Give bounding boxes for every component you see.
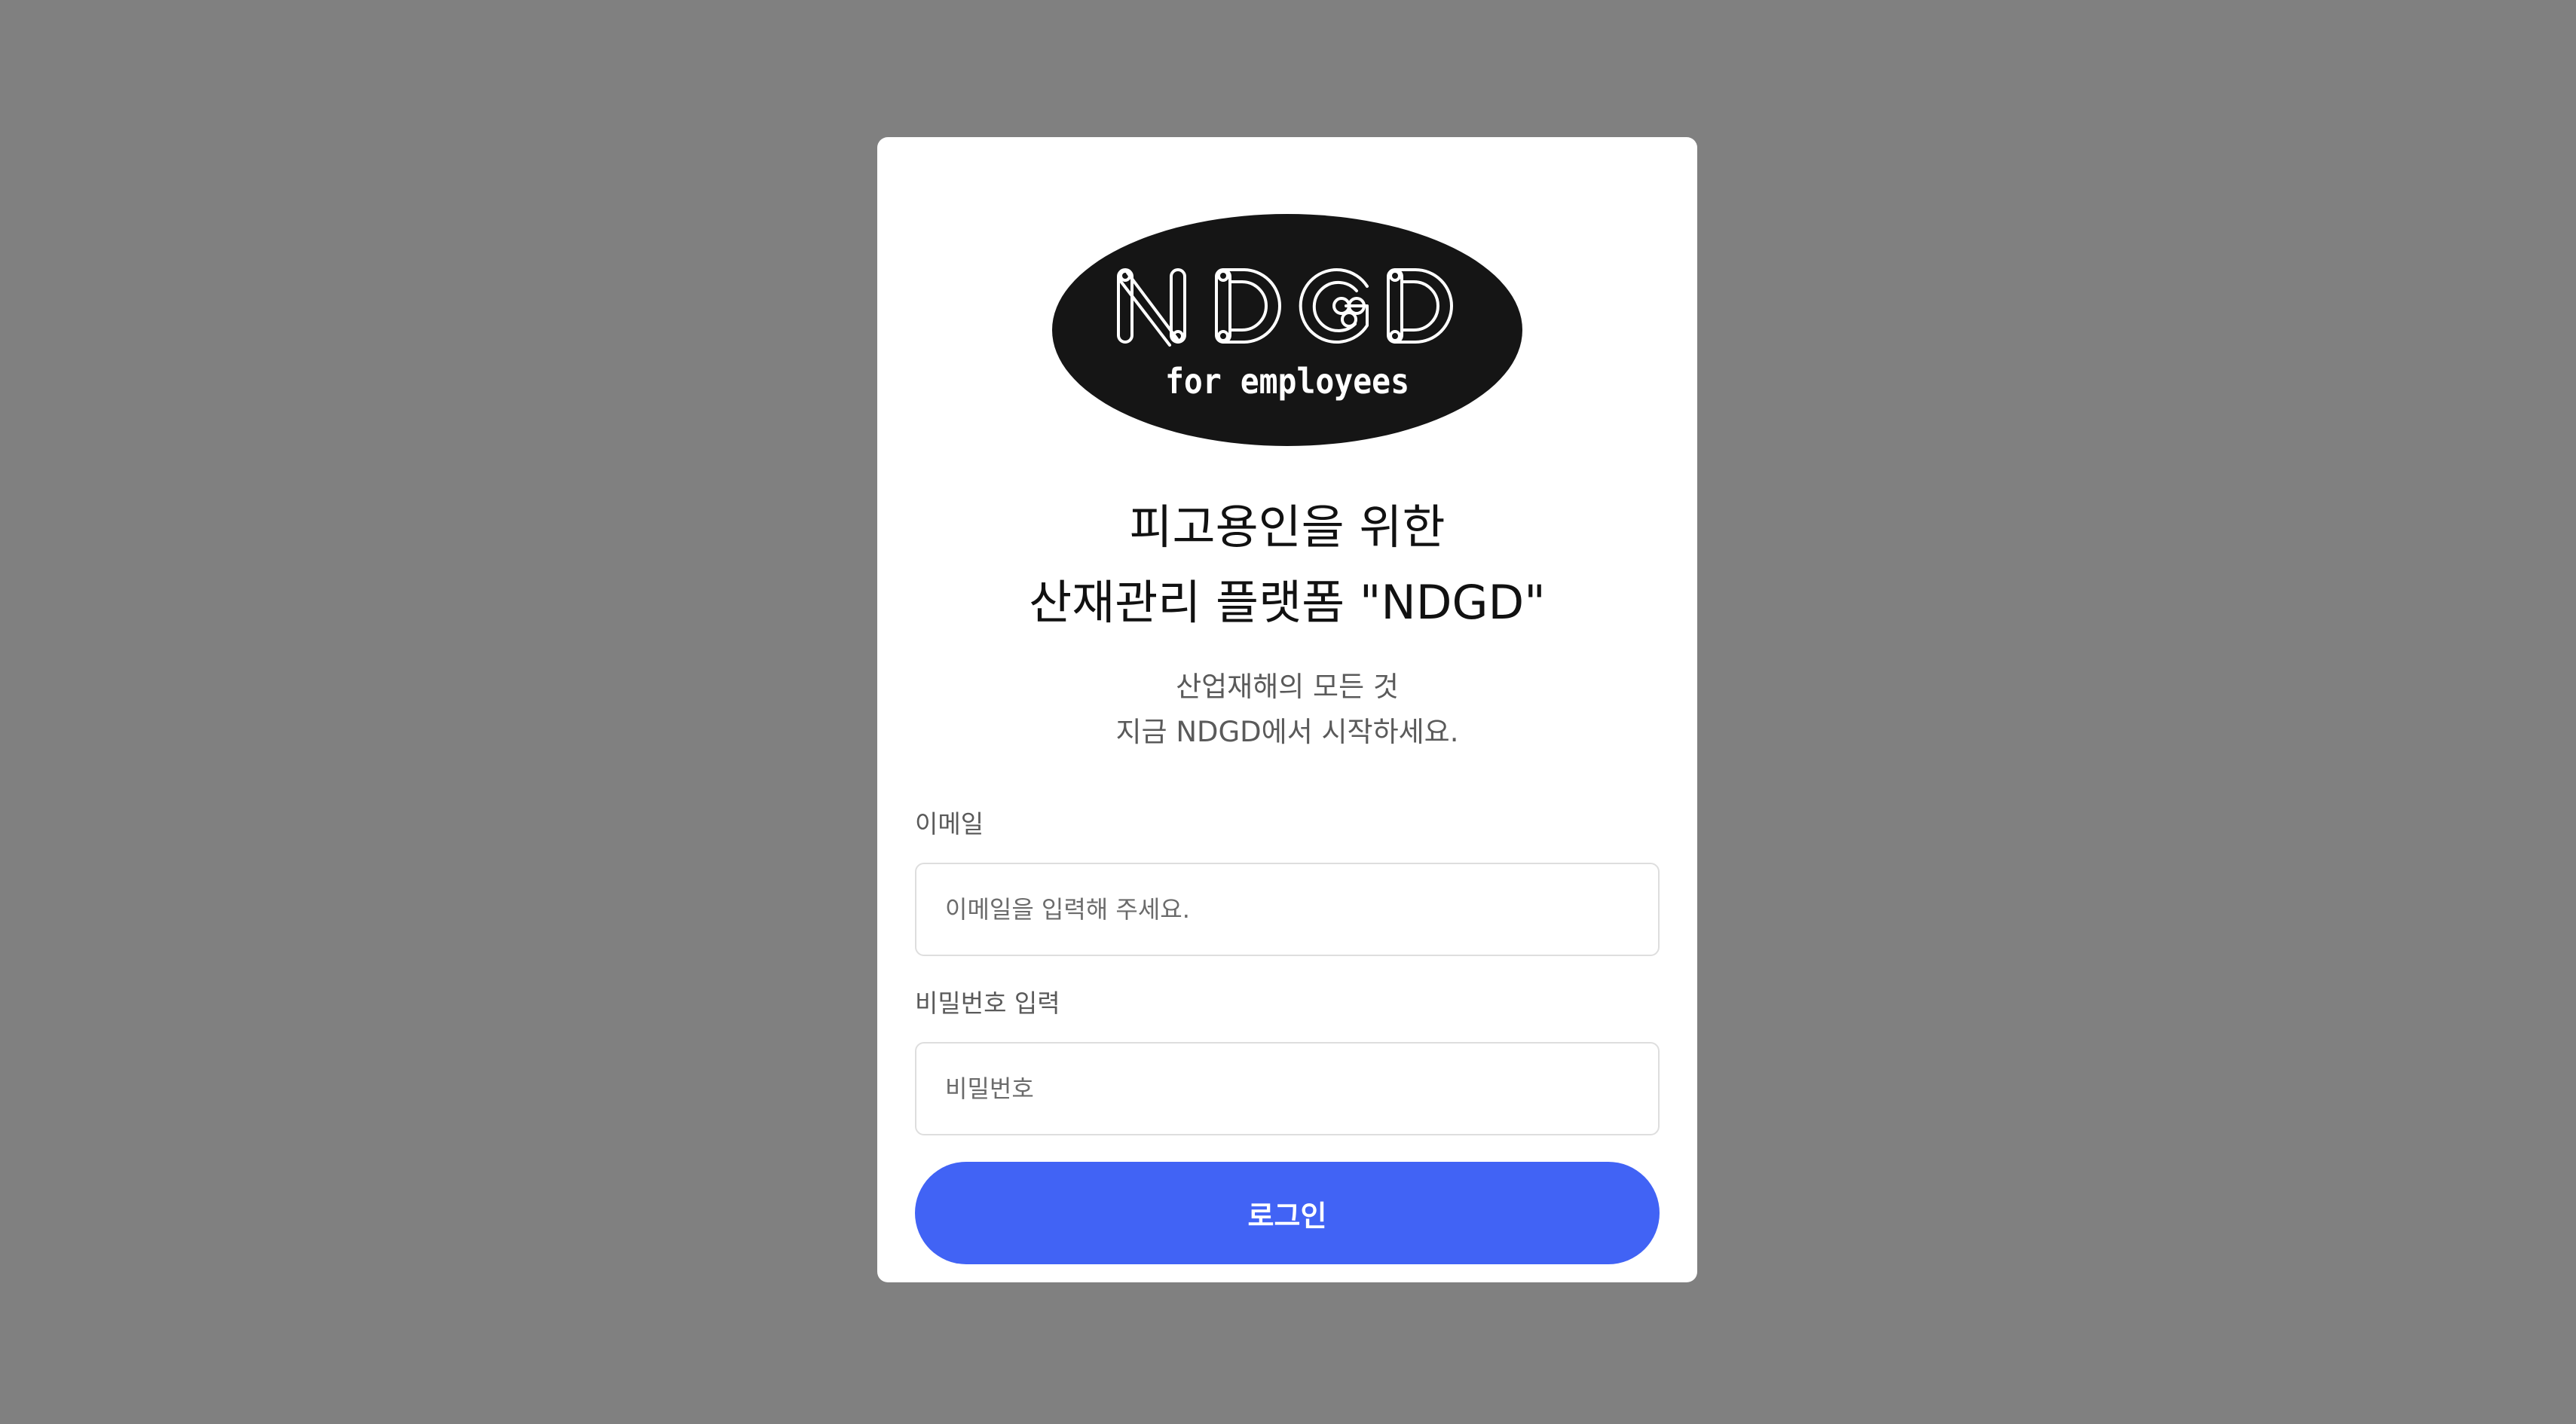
login-card: for employees 피고용인을 위한 산재관리 플랫폼 "NDGD" 산… <box>877 137 1697 1282</box>
page-title: 피고용인을 위한 산재관리 플랫폼 "NDGD" <box>877 490 1697 640</box>
password-label: 비밀번호 입력 <box>915 989 1060 1018</box>
password-input[interactable] <box>915 1042 1660 1135</box>
login-button[interactable]: 로그인 <box>915 1162 1660 1264</box>
page-subtitle-line-2: 지금 NDGD에서 시작하세요. <box>1115 716 1459 748</box>
email-label: 이메일 <box>915 809 984 839</box>
page-subtitle-line-1: 산업재해의 모든 것 <box>1176 671 1399 703</box>
email-input[interactable] <box>915 863 1660 956</box>
page-subtitle: 산업재해의 모든 것 지금 NDGD에서 시작하세요. <box>877 665 1697 755</box>
page-title-line-1: 피고용인을 위한 <box>1129 500 1446 555</box>
logo-tagline: for employees <box>1165 361 1409 402</box>
page-title-line-2: 산재관리 플랫폼 "NDGD" <box>1029 575 1546 630</box>
ndgd-logo: for employees <box>1051 212 1524 448</box>
